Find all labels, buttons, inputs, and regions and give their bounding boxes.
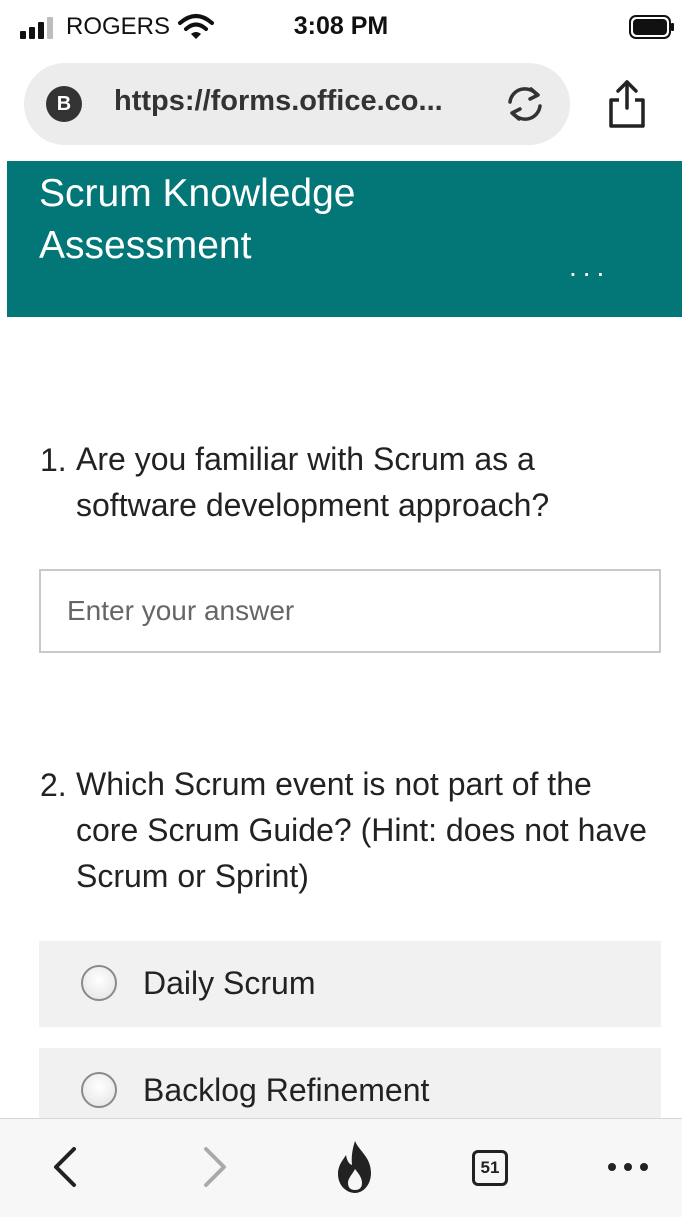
fire-icon[interactable] xyxy=(325,1137,385,1197)
status-bar: ROGERS 3:08 PM xyxy=(0,0,682,56)
tab-count: 51 xyxy=(472,1150,508,1186)
more-options-button[interactable]: ... xyxy=(569,253,610,281)
question-number: 1. xyxy=(40,442,67,478)
browser-toolbar: 51 xyxy=(0,1118,682,1217)
reload-icon[interactable] xyxy=(502,81,548,127)
choice-label: Daily Scrum xyxy=(143,965,316,1001)
back-icon[interactable] xyxy=(36,1137,96,1197)
battery-icon xyxy=(629,15,674,39)
form-header-banner: Scrum Knowledge Assessment ... xyxy=(7,161,682,317)
radio-button[interactable] xyxy=(81,965,117,1001)
address-bar[interactable]: B https://forms.office.co... xyxy=(24,63,570,145)
question-text: Which Scrum event is not part of the cor… xyxy=(76,766,647,894)
share-icon[interactable] xyxy=(606,78,648,130)
radio-button[interactable] xyxy=(81,1072,117,1108)
url-text[interactable]: https://forms.office.co... xyxy=(114,85,443,118)
answer-input[interactable] xyxy=(39,569,661,653)
question-text: Are you familiar with Scrum as a softwar… xyxy=(76,441,550,523)
forward-icon[interactable] xyxy=(184,1137,244,1197)
form-title: Scrum Knowledge Assessment xyxy=(39,172,356,267)
site-favicon-badge: B xyxy=(46,86,82,122)
more-icon[interactable] xyxy=(598,1137,658,1197)
choice-option-daily-scrum[interactable]: Daily Scrum xyxy=(39,941,661,1027)
question-number: 2. xyxy=(40,767,67,803)
choice-label: Backlog Refinement xyxy=(143,1072,430,1108)
clock-time: 3:08 PM xyxy=(293,12,389,40)
tabs-button[interactable]: 51 xyxy=(460,1137,520,1197)
